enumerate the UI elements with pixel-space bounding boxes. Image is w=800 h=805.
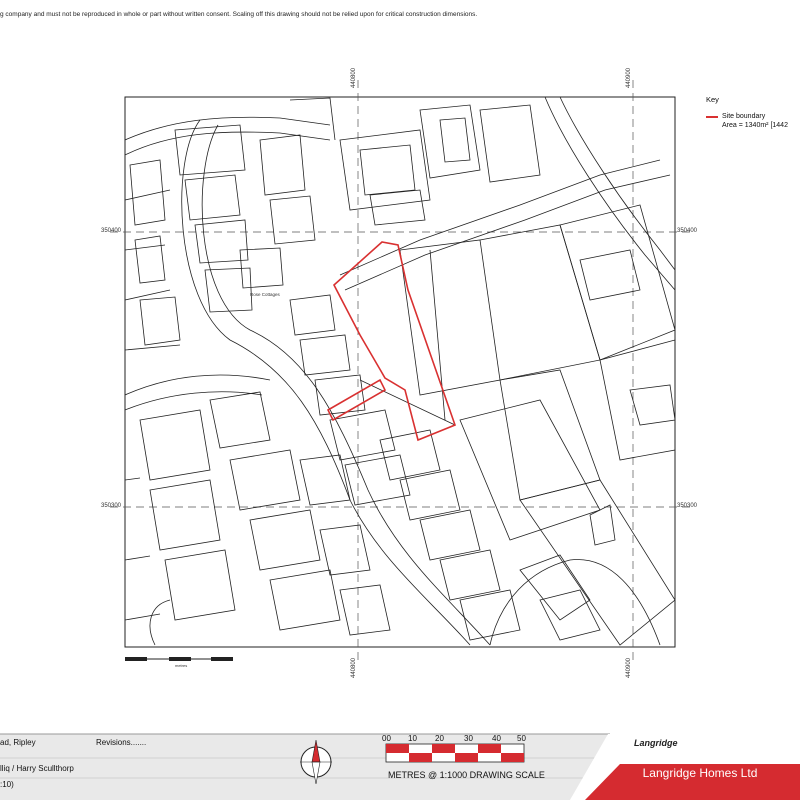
scale-fragment: :10) (0, 780, 14, 789)
key-site-boundary: Site boundary Area = 1340m² [1442 (706, 112, 800, 130)
northing-2-right: 350300 (677, 503, 698, 509)
road-sw-corner (149, 599, 171, 646)
easting-bottom-2: 440900 (626, 657, 632, 678)
road-main-west-edge (181, 119, 471, 646)
small-bar-scale-unit: metres (175, 663, 187, 668)
scale-tick-50: 50 (517, 734, 526, 743)
easting-bottom-1: 440800 (351, 657, 357, 678)
grid-lines (110, 80, 690, 665)
northing-1-left: 350400 (101, 228, 122, 234)
site-boundary-swatch (706, 116, 718, 118)
title-block: ad, Ripley Revisions....... lliq / Harry… (0, 728, 800, 800)
scale-tick-20: 20 (435, 734, 444, 743)
scale-tick-30: 30 (464, 734, 473, 743)
road-main-east-edge (201, 124, 491, 646)
ordnance-survey-map: Rose Cottages metres (110, 80, 690, 668)
scale-tick-40: 40 (492, 734, 501, 743)
road-south-loop (489, 559, 661, 646)
key-boundary-label: Site boundary (722, 113, 766, 120)
base-map-features (124, 96, 676, 646)
label-rose-cottages: Rose Cottages (250, 292, 281, 297)
road-top-edge-1 (124, 116, 331, 141)
key-boundary-area: Area = 1340m² [1442 (722, 122, 788, 129)
scale-caption: METRES @ 1:1000 DRAWING SCALE (388, 770, 545, 780)
site-boundary-access (326, 378, 387, 422)
northing-1-right: 350400 (677, 228, 698, 234)
drawn-by: lliq / Harry Scullthorp (0, 764, 74, 773)
site-boundary-polygon (333, 241, 457, 442)
map-frame (124, 96, 676, 648)
drawing-scale-bar (385, 743, 525, 763)
map-key: Key Site boundary Area = 1340m² [1442 (706, 95, 800, 130)
map-drawing: Rose Cottages metres (0, 0, 800, 800)
road-west-link (124, 374, 271, 396)
road-west-link-2 (124, 391, 263, 411)
key-title: Key (706, 95, 719, 104)
small-bar-scale: metres (125, 657, 233, 668)
scale-tick-10: 10 (408, 734, 417, 743)
scale-tick-0: 00 (382, 734, 391, 743)
road-east-edge-1 (339, 159, 661, 276)
easting-top-1: 440800 (351, 67, 357, 88)
easting-top-2: 440900 (626, 67, 632, 88)
revisions-label: Revisions....... (96, 738, 147, 747)
company-name: Langridge Homes Ltd (642, 766, 758, 780)
northing-2-left: 350300 (101, 503, 122, 509)
project-address: ad, Ripley (0, 738, 36, 747)
company-logo: Langridge (634, 738, 678, 748)
